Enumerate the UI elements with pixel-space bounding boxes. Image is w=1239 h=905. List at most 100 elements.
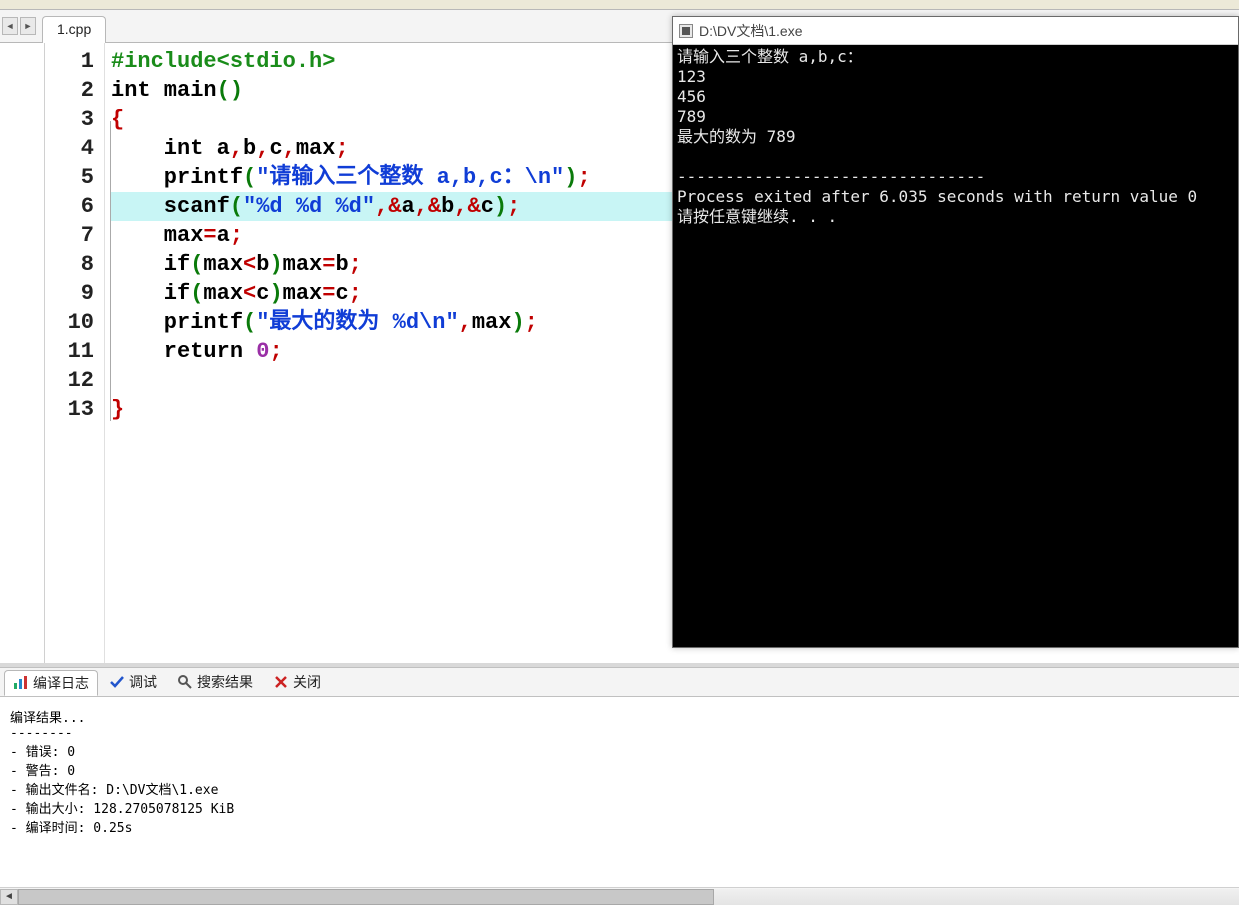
- bottom-panel: 编译日志 调试 搜索结果 关闭 编译结果... -------- - 错误: 0…: [0, 663, 1239, 905]
- log-line: --------: [10, 726, 73, 741]
- compile-log-output[interactable]: 编译结果... -------- - 错误: 0 - 警告: 0 - 输出文件名…: [0, 697, 1239, 887]
- tab-label: 关闭: [293, 672, 321, 692]
- search-icon: [177, 674, 193, 690]
- console-titlebar[interactable]: D:\DV文档\1.exe: [673, 17, 1238, 45]
- line-number[interactable]: 8: [45, 250, 104, 279]
- paren-token: (): [217, 78, 243, 103]
- keyword-token: return: [111, 339, 243, 364]
- console-line: Process exited after 6.035 seconds with …: [677, 187, 1197, 206]
- scroll-track[interactable]: [18, 889, 1239, 905]
- semicolon-token: ;: [269, 339, 282, 364]
- operator-token: <: [243, 281, 256, 306]
- scroll-thumb[interactable]: [18, 889, 714, 905]
- identifier-token: max: [283, 281, 323, 306]
- line-number[interactable]: 7: [45, 221, 104, 250]
- semicolon-token: ;: [577, 165, 590, 190]
- tab-search-results[interactable]: 搜索结果: [168, 669, 262, 695]
- keyword-token: int: [111, 78, 151, 103]
- console-title-text: D:\DV文档\1.exe: [699, 21, 802, 41]
- identifier-token: a: [203, 136, 229, 161]
- line-number[interactable]: 4: [45, 134, 104, 163]
- comma-token: ,: [375, 194, 388, 219]
- semicolon-token: ;: [230, 223, 243, 248]
- scroll-left-button[interactable]: ◄: [0, 889, 18, 905]
- identifier-token: max: [472, 310, 512, 335]
- line-number[interactable]: 3: [45, 105, 104, 134]
- check-icon: [109, 674, 125, 690]
- identifier-token: a: [217, 223, 230, 248]
- comma-token: ,: [459, 310, 472, 335]
- tab-close[interactable]: 关闭: [264, 669, 330, 695]
- console-output[interactable]: 请输入三个整数 a,b,c： 123 456 789 最大的数为 789 ---…: [673, 45, 1238, 647]
- paren-token: ): [269, 252, 282, 277]
- line-number[interactable]: 6: [45, 192, 104, 221]
- line-number[interactable]: 12: [45, 366, 104, 395]
- identifier-token: max: [283, 252, 323, 277]
- console-app-icon: [679, 24, 693, 38]
- identifier-token: a: [401, 194, 414, 219]
- semicolon-token: ;: [349, 281, 362, 306]
- space-token: [243, 339, 256, 364]
- top-toolbar: [0, 0, 1239, 10]
- paren-token: ): [269, 281, 282, 306]
- tab-label: 编译日志: [33, 673, 89, 693]
- paren-token: (: [243, 165, 256, 190]
- line-number[interactable]: 5: [45, 163, 104, 192]
- tab-debug[interactable]: 调试: [100, 669, 166, 695]
- tab-label: 调试: [129, 672, 157, 692]
- string-token: "请输入三个整数 a,b,c：\n": [256, 165, 564, 190]
- tab-arrow-left[interactable]: ◄: [2, 17, 18, 35]
- line-number[interactable]: 11: [45, 337, 104, 366]
- tab-label: 搜索结果: [197, 672, 253, 692]
- close-x-icon: [273, 674, 289, 690]
- identifier-token: c: [481, 194, 494, 219]
- operator-token: =: [322, 252, 335, 277]
- identifier-token: b: [441, 194, 454, 219]
- line-number[interactable]: 10: [45, 308, 104, 337]
- line-number[interactable]: 1: [45, 47, 104, 76]
- identifier-token: c: [335, 281, 348, 306]
- ampersand-token: &: [388, 194, 401, 219]
- identifier-token: b: [256, 252, 269, 277]
- file-tab-1cpp[interactable]: 1.cpp: [42, 16, 106, 43]
- barchart-icon: [13, 675, 29, 691]
- console-line: 789: [677, 107, 706, 126]
- tab-arrow-right[interactable]: ►: [20, 17, 36, 35]
- console-window[interactable]: D:\DV文档\1.exe 请输入三个整数 a,b,c： 123 456 789…: [672, 16, 1239, 648]
- comma-token: ,: [283, 136, 296, 161]
- line-number-gutter[interactable]: 1 2 3 4 5 6 7 8 9 10 11 12 13: [45, 43, 105, 663]
- keyword-token: if: [111, 252, 190, 277]
- ampersand-token: &: [467, 194, 480, 219]
- log-line: - 警告: 0: [10, 764, 75, 779]
- log-line: - 编译时间: 0.25s: [10, 821, 132, 836]
- bottom-tab-strip: 编译日志 调试 搜索结果 关闭: [0, 667, 1239, 697]
- preprocessor-token: #include<stdio.h>: [111, 49, 335, 74]
- paren-token: (: [190, 252, 203, 277]
- paren-token: (: [243, 310, 256, 335]
- identifier-token: max: [296, 136, 336, 161]
- identifier-token: c: [269, 136, 282, 161]
- breakpoint-gutter[interactable]: [0, 43, 45, 663]
- line-number[interactable]: 9: [45, 279, 104, 308]
- identifier-token: scanf: [111, 194, 230, 219]
- operator-token: =: [322, 281, 335, 306]
- identifier-token: c: [256, 281, 269, 306]
- line-number[interactable]: 2: [45, 76, 104, 105]
- identifier-token: printf: [111, 310, 243, 335]
- string-token: "最大的数为 %d\n": [256, 310, 458, 335]
- identifier-token: main: [151, 78, 217, 103]
- keyword-token: if: [111, 281, 190, 306]
- console-line: 456: [677, 87, 706, 106]
- horizontal-scrollbar[interactable]: ◄: [0, 887, 1239, 905]
- identifier-token: max: [203, 252, 243, 277]
- log-line: - 输出大小: 128.2705078125 KiB: [10, 802, 234, 817]
- ampersand-token: &: [428, 194, 441, 219]
- console-line: 最大的数为 789: [677, 127, 796, 146]
- number-token: 0: [256, 339, 269, 364]
- semicolon-token: ;: [507, 194, 520, 219]
- line-number[interactable]: 13: [45, 395, 104, 424]
- tab-compile-log[interactable]: 编译日志: [4, 670, 98, 696]
- operator-token: <: [243, 252, 256, 277]
- paren-token: (: [230, 194, 243, 219]
- tab-nav-arrows: ◄ ►: [0, 10, 38, 42]
